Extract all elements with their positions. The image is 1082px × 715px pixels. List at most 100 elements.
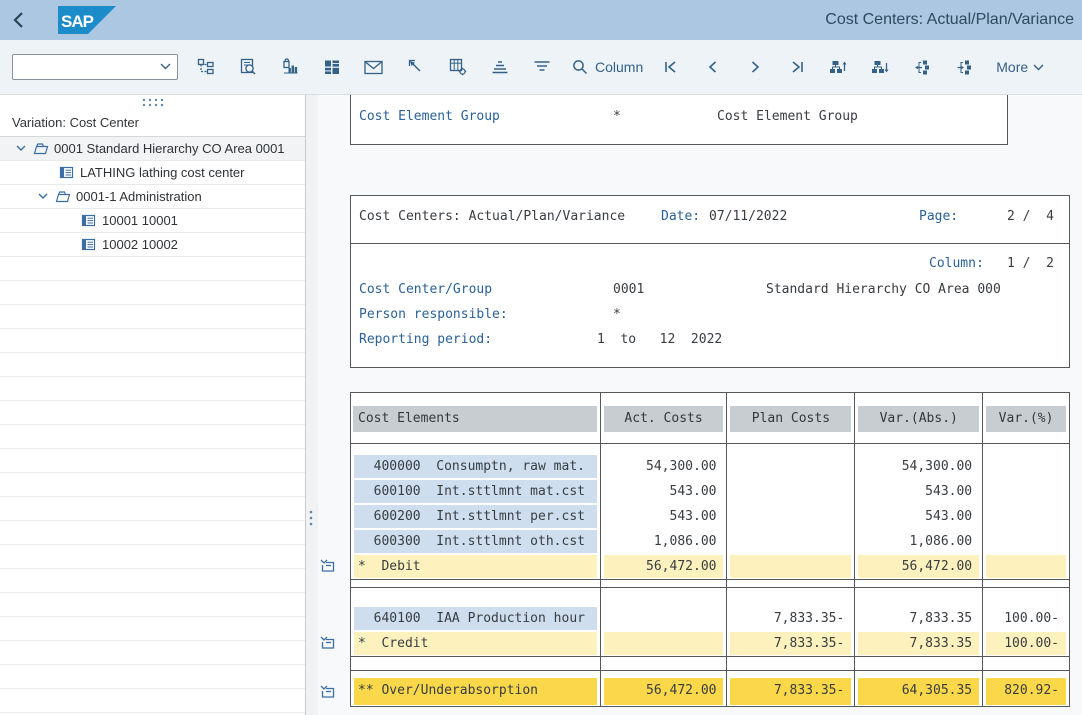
collapse-node-icon[interactable] (319, 634, 337, 652)
hierarchy-up-button[interactable] (824, 53, 853, 82)
amount-cell: 820.92- (986, 678, 1066, 705)
amount-cell: 64,305.35 (858, 678, 979, 705)
info-label: Person responsible: (359, 307, 508, 322)
collapse-node-icon[interactable] (319, 683, 337, 701)
column-search-label: Column (595, 59, 643, 75)
page-value: 2 / 4 (1007, 209, 1054, 224)
display-list-search-icon (239, 58, 257, 76)
cost-element-row[interactable]: 640100 IAA Production hour7,833.35-7,833… (351, 606, 1069, 631)
amount-cell: 7,833.35 (858, 632, 979, 655)
column-search-button[interactable]: Column (572, 59, 643, 75)
empty-tree-row (0, 569, 305, 593)
table-section: ** Over/Underabsorption56,472.007,833.35… (351, 670, 1069, 707)
previous-page-button[interactable] (698, 53, 727, 82)
svg-text:SAP: SAP (61, 12, 94, 31)
tree-item-10001[interactable]: 10001 10001 (0, 209, 305, 233)
total-row[interactable]: * Debit56,472.0056,472.00 (351, 554, 1069, 579)
sidebar-drag-handle[interactable] (0, 95, 305, 109)
cost-element-row[interactable]: 400000 Consumptn, raw mat.54,300.0054,30… (351, 454, 1069, 479)
column-header[interactable]: Var.(%) (986, 406, 1066, 432)
amount-cell: 56,472.00 (858, 555, 979, 578)
window-title: Cost Centers: Actual/Plan/Variance (825, 0, 1074, 40)
tree-item-0001-1[interactable]: 0001-1 Administration (0, 185, 305, 209)
chevron-down-icon[interactable] (14, 142, 28, 156)
field-label: Cost Element Group (359, 109, 500, 124)
amount-cell (604, 632, 724, 655)
tree-item-10002[interactable]: 10002 10002 (0, 233, 305, 257)
column-header[interactable]: Cost Elements (353, 406, 597, 432)
command-input[interactable] (17, 56, 155, 78)
variation-sidebar: Variation: Cost Center 0001 Standard Hie… (0, 95, 306, 715)
section-break (351, 580, 1069, 587)
layout-grid-icon (323, 58, 341, 76)
collapse-node-icon[interactable] (319, 557, 337, 575)
cost-elements-table: Cost Elements Act. CostsPlan Costs Var.(Ab… (350, 392, 1070, 707)
layout-grid-button[interactable] (317, 53, 346, 82)
cost-center-icon (80, 237, 97, 252)
empty-tree-row (0, 353, 305, 377)
tree-item-lathing[interactable]: LATHING lathing cost center (0, 161, 305, 185)
next-page-button[interactable] (740, 53, 769, 82)
empty-tree-row (0, 377, 305, 401)
amount-cell: 543.00 (604, 480, 724, 503)
next-page-icon (748, 60, 762, 74)
cost-center-icon (80, 213, 97, 228)
amount-cell (730, 555, 851, 578)
filter-icon (533, 60, 551, 74)
amount-cell (986, 455, 1066, 478)
table-section: 400000 Consumptn, raw mat.54,300.0054,30… (351, 444, 1069, 580)
previous-column-button[interactable] (908, 53, 937, 82)
hierarchy-down-icon (871, 59, 890, 75)
empty-tree-row (0, 449, 305, 473)
info-value: * (613, 307, 621, 322)
report-title: Cost Centers: Actual/Plan/Variance (359, 209, 625, 224)
table-settings-button[interactable] (443, 53, 472, 82)
column-header[interactable]: Var.(Abs.) (858, 406, 979, 432)
first-page-button[interactable] (656, 53, 685, 82)
hierarchy-button[interactable] (191, 53, 220, 82)
hierarchy-down-button[interactable] (866, 53, 895, 82)
column-header[interactable]: Plan Costs (730, 406, 851, 432)
cost-element-group-box: Cost Element Group * Cost Element Group (350, 95, 1008, 145)
hierarchy-node-icon (32, 141, 49, 156)
cost-element-row[interactable]: 600200 Int.sttlmnt per.cst543.00543.00 (351, 504, 1069, 529)
tree-item-label: 0001 Standard Hierarchy CO Area 0001 (54, 141, 285, 156)
next-column-icon (956, 59, 974, 75)
last-page-button[interactable] (782, 53, 811, 82)
lock-chart-button[interactable] (275, 53, 304, 82)
tree-item-label: 10002 10002 (102, 237, 178, 252)
empty-tree-row (0, 497, 305, 521)
filter-button[interactable] (527, 53, 556, 82)
info-label: Cost Center/Group (359, 282, 492, 297)
cost-element-row[interactable]: 600100 Int.sttlmnt mat.cst543.00543.00 (351, 479, 1069, 504)
command-combobox[interactable] (12, 54, 178, 80)
total-row[interactable]: * Credit7,833.35-7,833.35100.00- (351, 631, 1069, 656)
amount-cell (986, 480, 1066, 503)
column-header[interactable]: Act. Costs (604, 406, 724, 432)
back-button[interactable] (0, 0, 36, 40)
info-value: 0001 (613, 282, 644, 297)
total-row[interactable]: ** Over/Underabsorption56,472.007,833.35… (351, 677, 1069, 706)
next-column-button[interactable] (950, 53, 979, 82)
sidebar-empty-rows (0, 257, 305, 715)
panel-splitter[interactable] (306, 95, 318, 715)
sort-ascending-button[interactable] (485, 53, 514, 82)
cost-element-row[interactable]: 600300 Int.sttlmnt oth.cst1,086.001,086.… (351, 529, 1069, 554)
sap-logo: SAP (58, 6, 116, 34)
empty-tree-row (0, 401, 305, 425)
display-list-search-button[interactable] (233, 53, 262, 82)
tree-item-label: LATHING lathing cost center (80, 165, 245, 180)
hierarchy-up-icon (829, 59, 848, 75)
more-button[interactable]: More (996, 59, 1044, 75)
goto-corner-button[interactable] (401, 53, 430, 82)
mail-icon (364, 60, 383, 75)
chevron-down-icon[interactable] (36, 190, 50, 204)
amount-cell: 7,833.35 (858, 607, 979, 630)
empty-tree-row (0, 521, 305, 545)
tree-item-0001[interactable]: 0001 Standard Hierarchy CO Area 0001 (0, 137, 305, 161)
mail-button[interactable] (359, 53, 388, 82)
column-label: Column: (929, 256, 984, 271)
amount-cell: 1,086.00 (604, 530, 724, 553)
first-page-icon (664, 60, 678, 74)
cost-element-label: ** Over/Underabsorption (354, 678, 597, 705)
